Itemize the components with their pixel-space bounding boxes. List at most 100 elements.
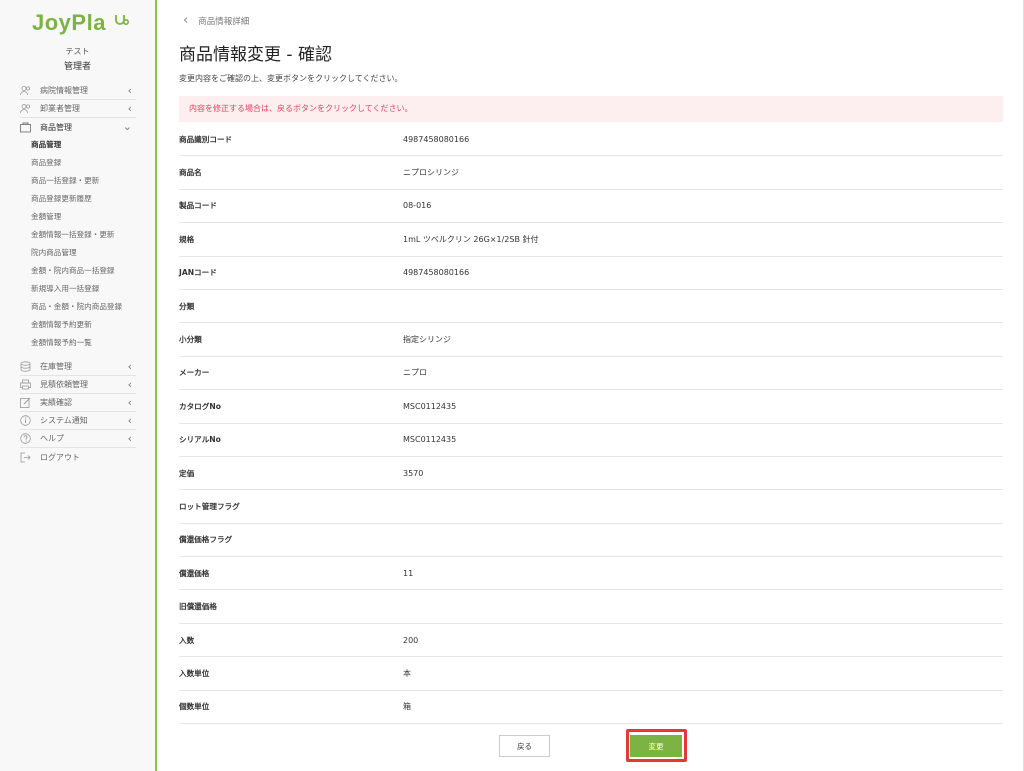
submenu-item[interactable]: 商品一括登録・更新 [20, 172, 136, 190]
field-value: 200 [403, 635, 419, 645]
field-value: MSC0112435 [403, 401, 457, 411]
field-value: 指定シリンジ [403, 335, 451, 345]
field-label: カタログNo [179, 401, 221, 411]
sidebar-item-label: システム通知 [40, 416, 88, 425]
submenu-products: 商品管理 商品登録 商品一括登録・更新 商品登録更新履歴 金額管理 金額情報一括… [20, 136, 136, 352]
logout-icon [20, 452, 31, 463]
page-title: 商品情報変更 - 確認 [179, 45, 332, 65]
field-value: 箱 [403, 702, 411, 712]
submit-button[interactable]: 変更 [630, 735, 682, 757]
table-row: 小分類 指定シリンジ [179, 323, 1003, 357]
table-row: 償還価格 11 [179, 557, 1003, 591]
field-value: 11 [403, 568, 414, 578]
sidebar-item-label: 卸業者管理 [40, 104, 80, 113]
field-label: 分類 [179, 301, 195, 311]
field-label: 小分類 [179, 335, 202, 345]
field-label: 償還価格フラグ [179, 535, 233, 545]
table-row: 償還価格フラグ [179, 524, 1003, 558]
submenu-item[interactable]: 金額情報予約更新 [20, 316, 136, 334]
sidebar-item-wholesaler[interactable]: 卸業者管理 ‹ [20, 100, 136, 118]
sidebar-item-hospital[interactable]: 病院情報管理 ‹ [20, 82, 136, 100]
alert-message: 内容を修正する場合は、戻るボタンをクリックしてください。 [179, 96, 1003, 122]
submenu-item[interactable]: 商品登録 [20, 154, 136, 172]
breadcrumb-label: 商品情報詳細 [198, 16, 250, 27]
submenu-item[interactable]: 商品管理 [20, 136, 136, 154]
sidebar-item-products[interactable]: 商品管理 ⌄ [20, 118, 136, 136]
field-label: 入数 [179, 635, 195, 645]
sidebar-item-label: ログアウト [40, 452, 80, 462]
chevron-left-icon: ‹ [127, 378, 132, 391]
chevron-left-icon: ‹ [127, 396, 132, 409]
table-row: 旧償還価格 [179, 590, 1003, 624]
sidebar-item-inventory[interactable]: 在庫管理 ‹ [20, 358, 136, 376]
sidebar-item-label: 見積依頼管理 [40, 380, 88, 389]
field-label: 個数単位 [179, 702, 210, 712]
field-value: 4987458080166 [403, 268, 470, 278]
page-description: 変更内容をご確認の上、変更ボタンをクリックしてください。 [179, 74, 403, 83]
chevron-left-icon: ‹ [127, 414, 132, 427]
sidebar-item-label: 実績確認 [40, 398, 72, 407]
submenu-item[interactable]: 金額・院内商品一括登録 [20, 262, 136, 280]
field-value: 08-016 [403, 201, 432, 211]
back-button[interactable]: 戻る [499, 735, 550, 757]
field-value: ニプロシリンジ [403, 168, 459, 178]
breadcrumb[interactable]: ‹ 商品情報詳細 [183, 13, 249, 28]
table-row: ロット管理フラグ [179, 490, 1003, 524]
chevron-left-icon: ‹ [127, 360, 132, 373]
field-label: シリアルNo [179, 435, 221, 445]
field-value: MSC0112435 [403, 435, 457, 445]
printer-icon [20, 379, 31, 390]
field-label: 商品名 [179, 168, 202, 178]
field-value: 1mL ツベルクリン 26G×1/2SB 針付 [403, 234, 539, 244]
table-row: シリアルNo MSC0112435 [179, 424, 1003, 457]
sidebar-item-label: 病院情報管理 [40, 86, 88, 95]
field-value: ニプロ [403, 368, 427, 378]
submenu-item[interactable]: 商品登録更新履歴 [20, 190, 136, 208]
field-label: 規格 [179, 234, 195, 244]
sidebar-item-quotes[interactable]: 見積依頼管理 ‹ [20, 376, 136, 394]
field-label: 入数単位 [179, 668, 210, 678]
stethoscope-icon [115, 15, 129, 25]
sidebar-item-label: 商品管理 [40, 122, 72, 132]
chevron-left-icon: ‹ [183, 13, 189, 28]
confirm-table: 商品識別コード 4987458080166 商品名 ニプロシリンジ 製品コード 08-… [179, 123, 1003, 725]
table-row: 定価 3570 [179, 457, 1003, 491]
submenu-item[interactable]: 院内商品管理 [20, 244, 136, 262]
sidebar-item-logout[interactable]: ログアウト [20, 448, 136, 466]
field-label: メーカー [179, 368, 210, 378]
question-icon [20, 433, 31, 444]
user-role: 管理者 [63, 62, 91, 72]
table-row: 分類 [179, 290, 1003, 324]
logo[interactable]: JoyPla [32, 10, 106, 36]
field-label: 定価 [179, 468, 195, 478]
sidebar-item-results[interactable]: 実績確認 ‹ [20, 394, 136, 412]
submenu-item[interactable]: 商品・金額・院内商品登録 [20, 298, 136, 316]
table-row: 商品識別コード 4987458080166 [179, 123, 1003, 157]
field-value: 3570 [403, 468, 424, 478]
table-row: 個数単位 箱 [179, 691, 1003, 725]
table-row: カタログNo MSC0112435 [179, 390, 1003, 424]
field-label: JANコード [179, 268, 217, 278]
sidebar-item-help[interactable]: ヘルプ ‹ [20, 430, 136, 448]
users-icon [20, 85, 31, 96]
submenu-item[interactable]: 金額情報予約一覧 [20, 334, 136, 352]
field-label: 商品識別コード [179, 134, 233, 144]
box-icon [20, 122, 31, 133]
user-name: テスト [65, 47, 90, 56]
main-content: ‹ 商品情報詳細 商品情報変更 - 確認 変更内容をご確認の上、変更ボタンをクリ… [155, 0, 1024, 771]
table-row: 規格 1mL ツベルクリン 26G×1/2SB 針付 [179, 223, 1003, 257]
field-value: 4987458080166 [403, 134, 470, 144]
database-icon [20, 361, 31, 372]
table-row: 入数単位 本 [179, 657, 1003, 691]
chevron-down-icon: ⌄ [122, 120, 132, 133]
sidebar-nav: 病院情報管理 ‹ 卸業者管理 ‹ 商品管理 ⌄ 商品管理 商品登録 商品一括登録… [20, 82, 136, 466]
field-label: 製品コード [179, 201, 217, 211]
submenu-item[interactable]: 金額情報一括登録・更新 [20, 226, 136, 244]
submenu-item[interactable]: 新規導入用一括登録 [20, 280, 136, 298]
field-label: 償還価格 [179, 568, 210, 578]
field-label: ロット管理フラグ [179, 501, 240, 511]
users-icon [20, 103, 31, 114]
sidebar-item-notifications[interactable]: システム通知 ‹ [20, 412, 136, 430]
edit-icon [20, 397, 31, 408]
submenu-item[interactable]: 金額管理 [20, 208, 136, 226]
